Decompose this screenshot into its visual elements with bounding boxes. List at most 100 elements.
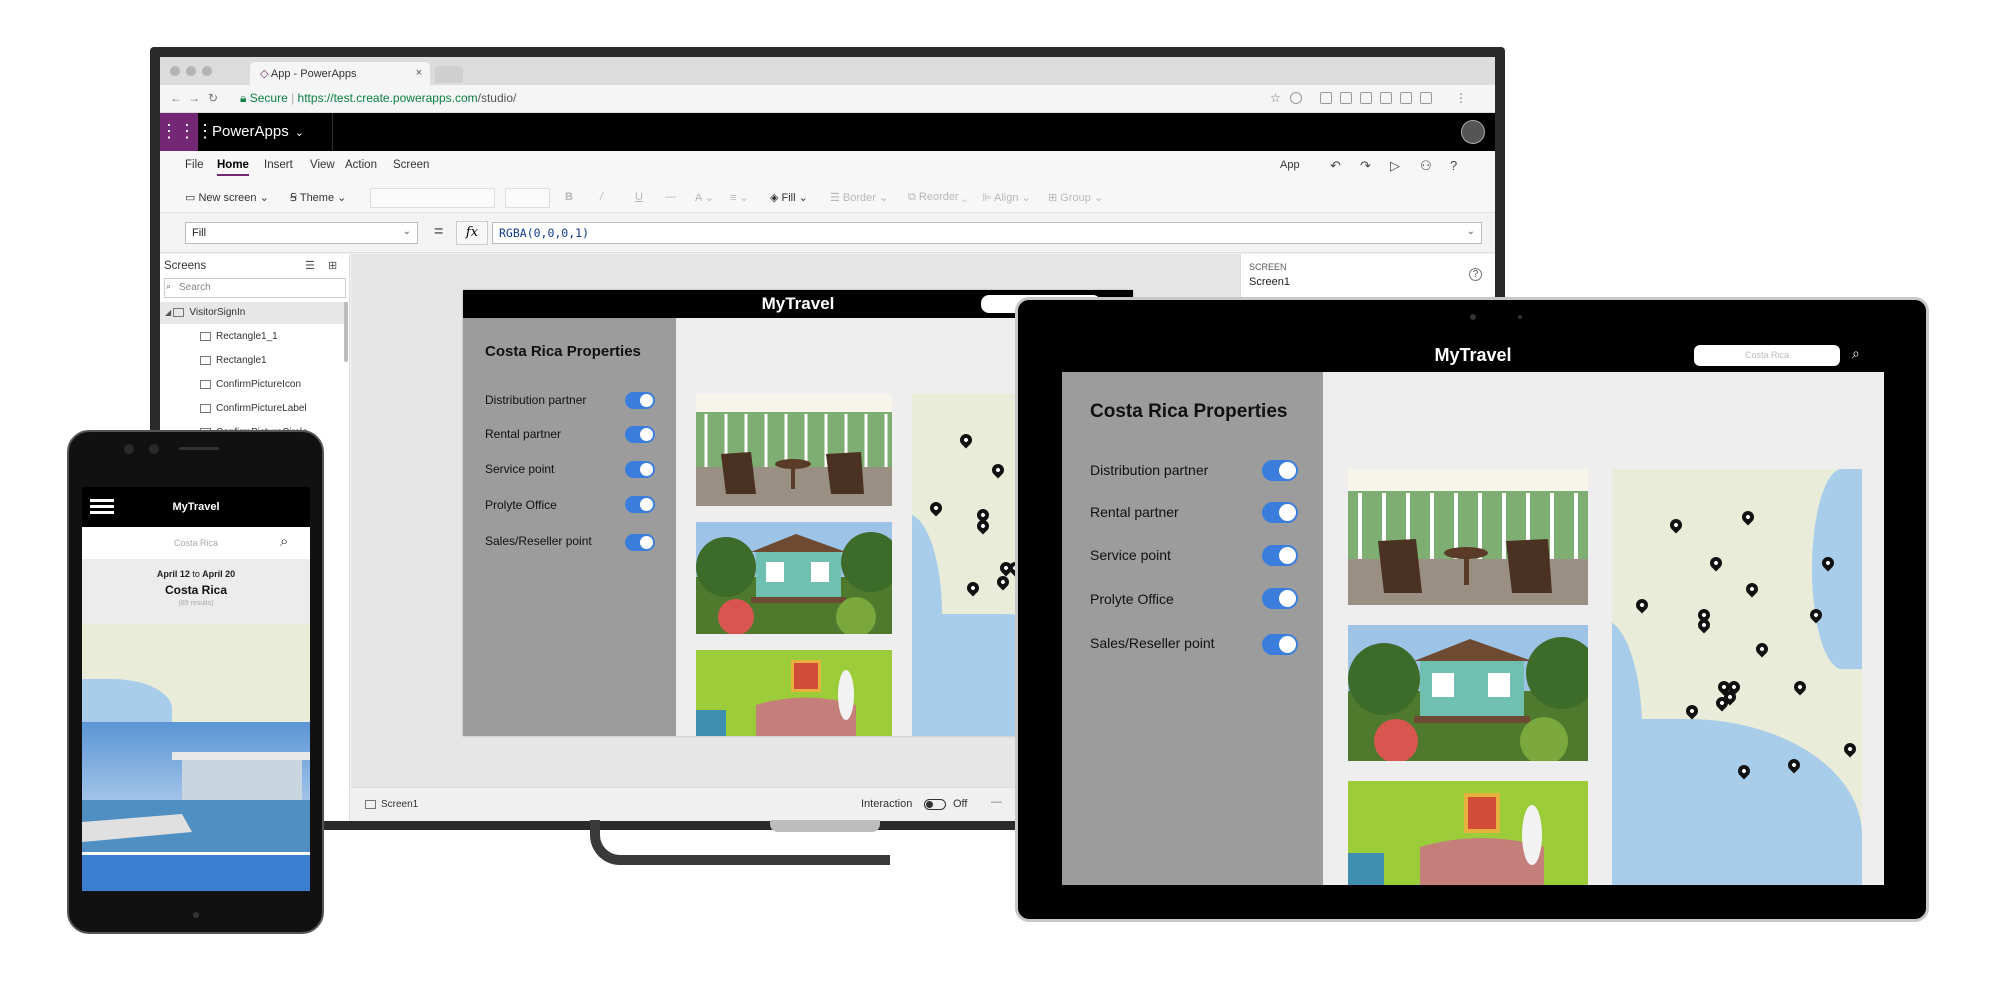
map-pin-icon[interactable] (1683, 702, 1701, 720)
help-icon[interactable]: ? (1469, 268, 1482, 281)
forward-icon[interactable]: → (188, 91, 200, 105)
new-tab-button[interactable] (435, 66, 463, 83)
property-photo-livingroom[interactable] (696, 650, 892, 736)
avatar[interactable] (1461, 120, 1485, 144)
tree-item-rectangle1[interactable]: Rectangle1 (160, 350, 348, 372)
map-pin-icon[interactable] (1667, 516, 1685, 534)
property-photo-livingroom[interactable] (1348, 781, 1588, 885)
tree-item-rectangle1-1[interactable]: Rectangle1_1 (160, 326, 348, 348)
list-view-icon[interactable]: ☰ (305, 259, 315, 272)
toggle-prolyte-office[interactable] (1262, 588, 1298, 609)
play-icon[interactable]: ▷ (1390, 158, 1400, 174)
extension-icon[interactable] (1400, 92, 1412, 104)
map-pin-icon[interactable] (1743, 580, 1761, 598)
property-photo-next[interactable] (82, 855, 310, 891)
app-search-input[interactable]: Costa Rica (1694, 345, 1840, 366)
font-family-select[interactable] (370, 188, 495, 208)
toggle-distribution-partner[interactable] (625, 392, 655, 409)
tree-item-confirmpicturelabel[interactable]: ConfirmPictureLabel (160, 398, 348, 420)
property-photo-deck[interactable] (1348, 469, 1588, 605)
map-pin-icon[interactable] (1841, 740, 1859, 758)
bold-icon[interactable]: B (565, 191, 573, 203)
toggle-sales-reseller-point[interactable] (1262, 634, 1298, 655)
map-pin-icon[interactable] (1791, 678, 1809, 696)
zoom-out-icon[interactable]: — (991, 796, 1002, 808)
window-maximize-dot[interactable] (202, 66, 212, 76)
font-size-select[interactable] (505, 188, 550, 208)
formula-input[interactable]: RGBA(0,0,0,1) ⌄ (492, 222, 1482, 244)
star-icon[interactable]: ☆ (1270, 91, 1281, 105)
window-minimize-dot[interactable] (186, 66, 196, 76)
align-button[interactable]: ⊫ Align ⌄ (982, 191, 1031, 204)
group-button[interactable]: ⊞ Group ⌄ (1048, 191, 1103, 204)
property-select[interactable]: Fill ⌄ (185, 222, 418, 244)
property-map[interactable] (1612, 469, 1862, 885)
scrollbar[interactable] (344, 302, 348, 362)
extension-icon[interactable] (1340, 92, 1352, 104)
fill-button[interactable]: ◈ Fill ⌄ (770, 191, 808, 204)
underline-icon[interactable]: U (635, 191, 643, 203)
window-close-dot[interactable] (170, 66, 180, 76)
search-icon[interactable]: ⌕ (280, 533, 288, 550)
map-pin-icon[interactable] (1739, 508, 1757, 526)
toggle-distribution-partner[interactable] (1262, 460, 1298, 481)
property-photo-deck[interactable] (696, 394, 892, 506)
menu-action[interactable]: Action (345, 159, 377, 171)
menu-insert[interactable]: Insert (264, 159, 293, 171)
redo-icon[interactable]: ↷ (1360, 158, 1371, 174)
extension-icon[interactable] (1380, 92, 1392, 104)
help-icon[interactable]: ? (1450, 158, 1457, 173)
map-pin-icon[interactable] (1707, 554, 1725, 572)
back-icon[interactable]: ← (170, 91, 182, 105)
map-pin-icon[interactable] (927, 499, 945, 517)
phone-search-input[interactable]: Costa Rica (82, 527, 310, 559)
border-button[interactable]: ☰ Border ⌄ (830, 191, 888, 204)
undo-icon[interactable]: ↶ (1330, 158, 1341, 174)
tree-item-confirmpictureicon[interactable]: ConfirmPictureIcon (160, 374, 348, 396)
extension-icon[interactable] (1320, 92, 1332, 104)
app-launcher-title[interactable]: PowerApps ⌄ (212, 123, 304, 140)
property-photo-house[interactable] (696, 522, 892, 634)
tab-close-icon[interactable]: × (416, 67, 422, 79)
extension-icon[interactable] (1360, 92, 1372, 104)
map-pin-icon[interactable] (1695, 616, 1713, 634)
new-screen-button[interactable]: ▭ New screen ⌄ (185, 191, 269, 204)
map-pin-icon[interactable] (957, 431, 975, 449)
toggle-service-point[interactable] (1262, 545, 1298, 566)
toggle-rental-partner[interactable] (1262, 502, 1298, 523)
grid-view-icon[interactable]: ⊞ (328, 259, 337, 272)
search-icon[interactable]: ⌕ (1852, 345, 1860, 362)
reload-icon[interactable]: ↻ (208, 91, 218, 105)
menu-home[interactable]: Home (217, 159, 249, 176)
map-pin-icon[interactable] (989, 461, 1007, 479)
map-pin-icon[interactable] (994, 573, 1012, 591)
chevron-down-icon[interactable]: ⌄ (1467, 226, 1475, 237)
extension-icon[interactable] (1290, 92, 1302, 104)
theme-button[interactable]: Ꞩ Theme ⌄ (290, 191, 346, 204)
tree-item-visitorsignin[interactable]: ◢ VisitorSignIn (160, 302, 348, 324)
waffle-icon[interactable]: ⋮⋮⋮ (160, 113, 214, 151)
screens-search-input[interactable]: Search (164, 278, 346, 298)
map-pin-icon[interactable] (964, 579, 982, 597)
toggle-sales-reseller-point[interactable] (625, 534, 655, 551)
hamburger-menu-icon[interactable] (90, 499, 114, 515)
menu-file[interactable]: File (185, 159, 204, 171)
fx-icon[interactable]: fx (456, 221, 488, 245)
text-align-icon[interactable]: ≡ ⌄ (730, 191, 749, 204)
app-button[interactable]: App (1280, 159, 1300, 171)
toggle-prolyte-office[interactable] (625, 496, 655, 513)
extension-icon[interactable] (1420, 92, 1432, 104)
browser-menu-icon[interactable]: ⋮ (1455, 91, 1467, 105)
map-pin-icon[interactable] (1633, 596, 1651, 614)
url-field[interactable]: 🔒︎ Secure | https://test.create.powerapp… (240, 91, 516, 106)
interaction-toggle[interactable] (924, 799, 946, 810)
user-icon[interactable]: ⚇ (1420, 158, 1432, 174)
property-photo-pool[interactable] (82, 722, 310, 852)
browser-tab[interactable]: ◇ App - PowerApps × (250, 62, 430, 85)
menu-view[interactable]: View (310, 159, 335, 171)
strikethrough-icon[interactable]: — (665, 191, 676, 203)
toggle-service-point[interactable] (625, 461, 655, 478)
font-color-icon[interactable]: A ⌄ (695, 191, 714, 204)
menu-screen[interactable]: Screen (393, 159, 429, 171)
map-pin-icon[interactable] (974, 517, 992, 535)
